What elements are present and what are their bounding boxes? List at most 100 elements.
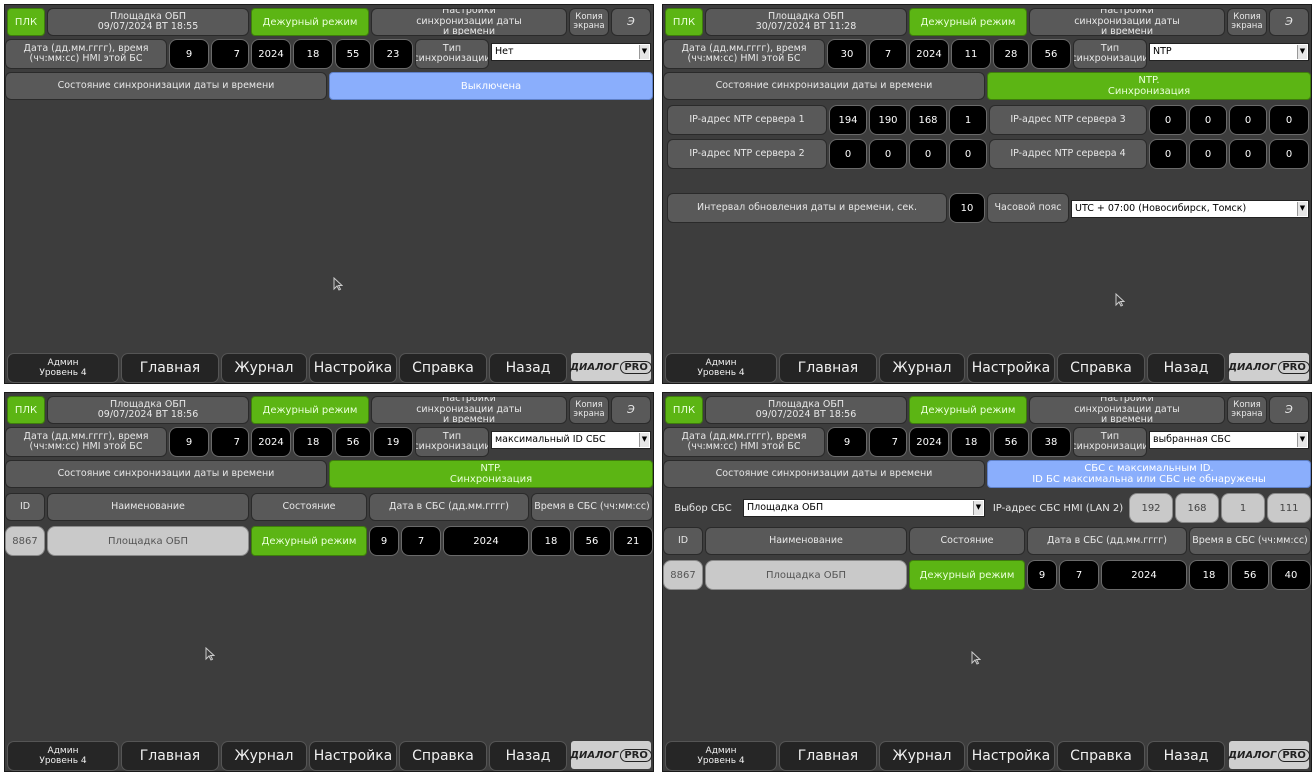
nav-back-button[interactable]: Назад [489,741,567,771]
nav-back-button[interactable]: Назад [1147,741,1225,771]
duty-mode-button[interactable]: Дежурный режим [909,8,1027,36]
ntp4-octet-3[interactable]: 0 [1229,139,1267,169]
second-field[interactable]: 19 [373,427,413,457]
e-button[interactable]: Э [611,8,651,36]
hour-field[interactable]: 11 [951,39,991,69]
ntp2-octet-1[interactable]: 0 [829,139,867,169]
ntp1-octet-3[interactable]: 168 [909,105,947,135]
screen-copy-button[interactable]: Копия экрана [569,8,609,36]
update-interval-field[interactable]: 10 [949,193,985,223]
day-field[interactable]: 9 [169,39,209,69]
chevron-down-icon[interactable]: ▼ [639,45,649,59]
ntp3-octet-1[interactable]: 0 [1149,105,1187,135]
ntp1-octet-4[interactable]: 1 [949,105,987,135]
timezone-select[interactable]: UTC + 07:00 (Новосибирск, Томск) ▼ [1071,200,1309,218]
sbs-ip-octet-4[interactable]: 111 [1267,493,1311,523]
sync-type-select[interactable]: Нет ▼ [491,43,651,61]
sync-settings-title[interactable]: Настройки синхронизации даты и времени [371,396,567,424]
ntp2-octet-3[interactable]: 0 [909,139,947,169]
month-field[interactable]: 7 [869,427,907,457]
nav-main-button[interactable]: Главная [121,741,219,771]
second-field[interactable]: 23 [373,39,413,69]
nav-help-button[interactable]: Справка [399,741,487,771]
ntp2-octet-4[interactable]: 0 [949,139,987,169]
second-field[interactable]: 38 [1031,427,1071,457]
user-info[interactable]: Админ Уровень 4 [7,741,119,771]
nav-settings-button[interactable]: Настройка [309,353,397,383]
day-field[interactable]: 30 [827,39,867,69]
row-name[interactable]: Площадка ОБП [47,526,249,556]
nav-journal-button[interactable]: Журнал [879,741,965,771]
nav-main-button[interactable]: Главная [779,353,877,383]
month-field[interactable]: 7 [211,427,249,457]
screen-copy-button[interactable]: Копия экрана [1227,396,1267,424]
nav-help-button[interactable]: Справка [1057,741,1145,771]
ntp3-octet-3[interactable]: 0 [1229,105,1267,135]
sync-type-select[interactable]: выбранная СБС ▼ [1149,431,1309,449]
nav-settings-button[interactable]: Настройка [967,741,1055,771]
ntp3-octet-2[interactable]: 0 [1189,105,1227,135]
nav-back-button[interactable]: Назад [489,353,567,383]
chevron-down-icon[interactable]: ▼ [973,501,983,515]
plc-button[interactable]: ПЛК [7,8,45,36]
minute-field[interactable]: 56 [993,427,1029,457]
minute-field[interactable]: 56 [335,427,371,457]
nav-settings-button[interactable]: Настройка [309,741,397,771]
hour-field[interactable]: 18 [293,427,333,457]
ntp2-octet-2[interactable]: 0 [869,139,907,169]
chevron-down-icon[interactable]: ▼ [1297,433,1307,447]
sbs-select[interactable]: Площадка ОБП ▼ [743,499,985,517]
ntp1-octet-2[interactable]: 190 [869,105,907,135]
nav-back-button[interactable]: Назад [1147,353,1225,383]
year-field[interactable]: 2024 [251,39,291,69]
user-info[interactable]: Админ Уровень 4 [665,353,777,383]
year-field[interactable]: 2024 [909,427,949,457]
ntp1-octet-1[interactable]: 194 [829,105,867,135]
nav-journal-button[interactable]: Журнал [221,741,307,771]
nav-journal-button[interactable]: Журнал [221,353,307,383]
user-info[interactable]: Админ Уровень 4 [7,353,119,383]
chevron-down-icon[interactable]: ▼ [1297,45,1307,59]
minute-field[interactable]: 55 [335,39,371,69]
day-field[interactable]: 9 [169,427,209,457]
e-button[interactable]: Э [1269,396,1309,424]
row-name[interactable]: Площадка ОБП [705,560,907,590]
minute-field[interactable]: 28 [993,39,1029,69]
nav-main-button[interactable]: Главная [779,741,877,771]
duty-mode-button[interactable]: Дежурный режим [251,8,369,36]
sync-type-select[interactable]: максимальный ID СБС ▼ [491,431,651,449]
ntp4-octet-1[interactable]: 0 [1149,139,1187,169]
duty-mode-button[interactable]: Дежурный режим [251,396,369,424]
sync-settings-title[interactable]: Настройки синхронизации даты и времени [1029,8,1225,36]
nav-main-button[interactable]: Главная [121,353,219,383]
nav-settings-button[interactable]: Настройка [967,353,1055,383]
screen-copy-button[interactable]: Копия экрана [569,396,609,424]
day-field[interactable]: 9 [827,427,867,457]
nav-help-button[interactable]: Справка [399,353,487,383]
month-field[interactable]: 7 [869,39,907,69]
sbs-ip-octet-2[interactable]: 168 [1175,493,1219,523]
year-field[interactable]: 2024 [251,427,291,457]
screen-copy-button[interactable]: Копия экрана [1227,8,1267,36]
sync-settings-title[interactable]: Настройки синхронизации даты и времени [1029,396,1225,424]
plc-button[interactable]: ПЛК [7,396,45,424]
ntp3-octet-4[interactable]: 0 [1269,105,1309,135]
hour-field[interactable]: 18 [951,427,991,457]
user-info[interactable]: Админ Уровень 4 [665,741,777,771]
second-field[interactable]: 56 [1031,39,1071,69]
plc-button[interactable]: ПЛК [665,396,703,424]
year-field[interactable]: 2024 [909,39,949,69]
chevron-down-icon[interactable]: ▼ [639,433,649,447]
sbs-ip-octet-1[interactable]: 192 [1129,493,1173,523]
nav-help-button[interactable]: Справка [1057,353,1145,383]
ntp4-octet-4[interactable]: 0 [1269,139,1309,169]
sync-type-select[interactable]: NTP ▼ [1149,43,1309,61]
plc-button[interactable]: ПЛК [665,8,703,36]
sbs-ip-octet-3[interactable]: 1 [1221,493,1265,523]
month-field[interactable]: 7 [211,39,249,69]
chevron-down-icon[interactable]: ▼ [1297,202,1307,216]
sync-settings-title[interactable]: Настройки синхронизации даты и времени [371,8,567,36]
hour-field[interactable]: 18 [293,39,333,69]
e-button[interactable]: Э [1269,8,1309,36]
ntp4-octet-2[interactable]: 0 [1189,139,1227,169]
